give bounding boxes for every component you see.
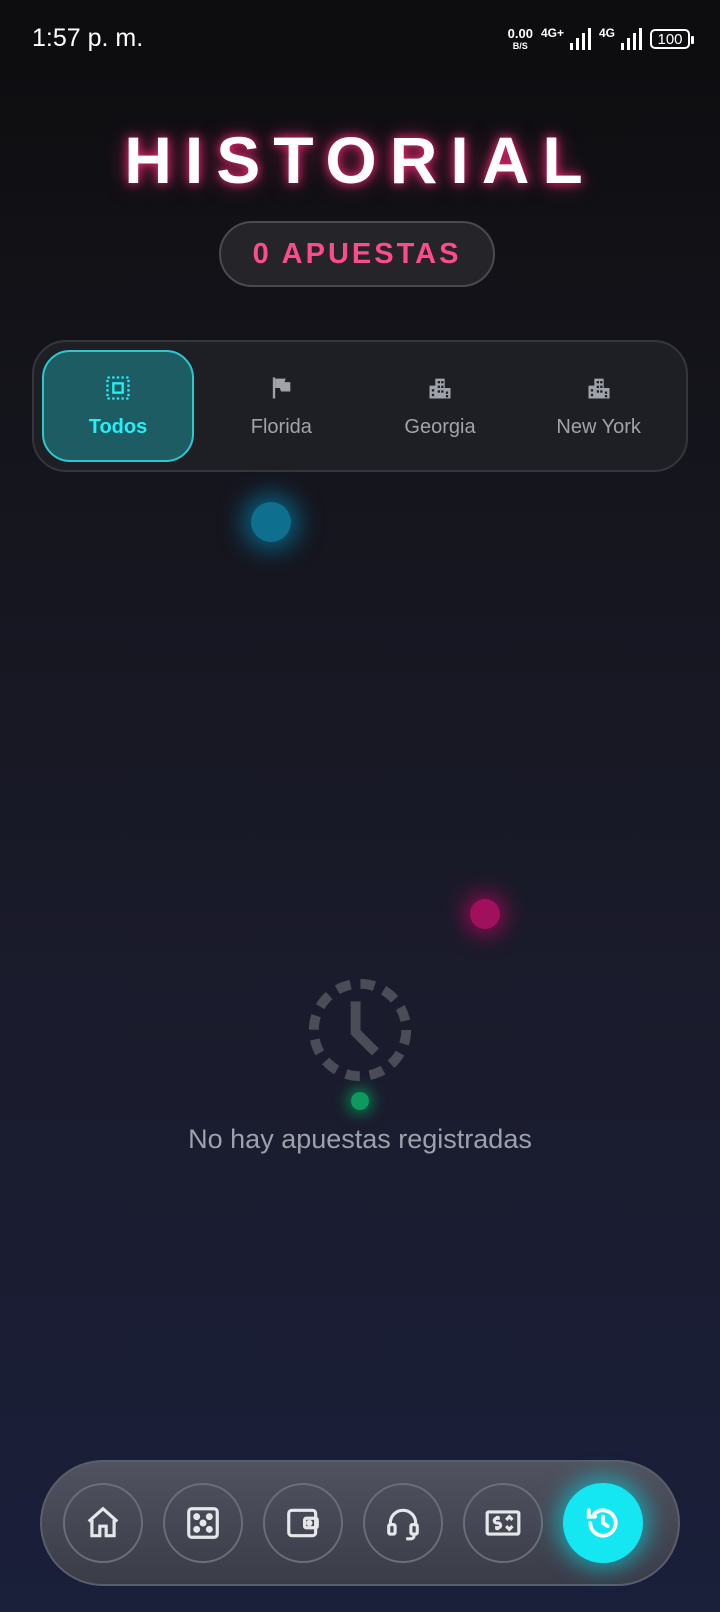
tab-label: Georgia	[404, 415, 476, 438]
tab-new-york[interactable]: New York	[519, 350, 678, 462]
signal-bars-icon	[569, 28, 591, 50]
nav-support-button[interactable]	[363, 1483, 443, 1563]
headset-icon	[387, 1508, 419, 1541]
tab-label: New York	[556, 415, 641, 438]
signal-sim2: 4G	[598, 26, 642, 50]
tab-todos[interactable]: Todos	[42, 350, 194, 462]
signal-sim1: 4G+	[540, 26, 591, 50]
city-icon	[429, 378, 451, 398]
decorative-orb	[251, 502, 291, 542]
tab-georgia[interactable]: Georgia	[361, 350, 520, 462]
signal-bars-icon	[621, 28, 642, 50]
nav-home-button[interactable]	[63, 1483, 143, 1563]
tab-florida[interactable]: Florida	[202, 350, 361, 462]
cash-icon	[485, 1510, 521, 1536]
status-icons: 0.00 B/S 4G+ 4G 100	[508, 24, 694, 54]
dice-icon	[187, 1507, 219, 1539]
clock-dashed-icon	[308, 978, 412, 1082]
nav-history-button[interactable]	[563, 1483, 643, 1563]
history-icon	[586, 1508, 618, 1538]
wallet-icon	[287, 1508, 319, 1538]
network-speed-unit: B/S	[512, 41, 528, 51]
state-filter-tabs: Todos Florida Georgia New York	[32, 340, 688, 472]
network-speed: 0.00 B/S	[508, 27, 533, 51]
nav-wallet-button[interactable]	[263, 1483, 343, 1563]
sim2-network-label: 4G	[598, 26, 615, 40]
status-bar: 1:57 p. m. 0.00 B/S 4G+ 4G 100	[0, 0, 720, 80]
sim1-network-label: 4G+	[540, 26, 564, 40]
decorative-orb	[470, 899, 500, 929]
bottom-nav	[40, 1460, 680, 1586]
page-title: HISTORIAL	[124, 123, 596, 197]
select-all-icon	[106, 375, 130, 400]
network-speed-value: 0.00	[507, 26, 533, 41]
bets-count-badge: 0 APUESTAS	[219, 221, 495, 287]
status-time: 1:57 p. m.	[32, 24, 144, 52]
city-icon	[588, 378, 610, 398]
nav-cash-button[interactable]	[463, 1483, 543, 1563]
flag-icon	[273, 377, 291, 398]
nav-games-button[interactable]	[163, 1483, 243, 1563]
empty-state-message: No hay apuestas registradas	[188, 1124, 532, 1154]
home-icon	[87, 1506, 119, 1538]
tab-label: Todos	[88, 415, 148, 438]
decorative-orb	[351, 1092, 369, 1110]
tab-label: Florida	[250, 415, 312, 438]
battery-icon: 100	[650, 29, 694, 49]
